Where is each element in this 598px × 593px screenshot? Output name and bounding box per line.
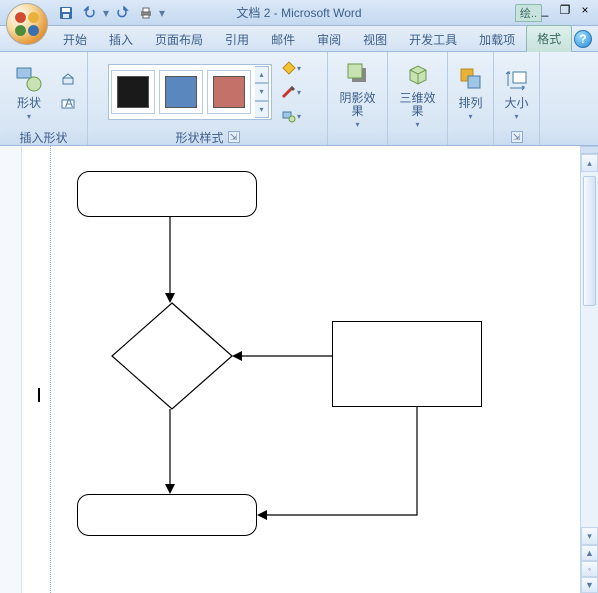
group-label-3d [392, 132, 443, 145]
text-cursor [38, 388, 40, 402]
tab-mailings[interactable]: 邮件 [260, 26, 306, 52]
office-button[interactable] [6, 3, 48, 45]
tab-format[interactable]: 格式 [526, 25, 572, 52]
page-canvas[interactable] [22, 146, 580, 593]
title-bar: ▾ ▾ 文档 2 - Microsoft Word 绘.. _ ❐ × [0, 0, 598, 26]
tab-developer[interactable]: 开发工具 [398, 26, 468, 52]
arrow-left-1[interactable] [232, 348, 334, 364]
next-page-button[interactable]: ▼ [581, 577, 598, 593]
vertical-scrollbar[interactable]: ▴ ▾ ▲ ◦ ▼ [580, 146, 598, 593]
insert-shapes-side: A [55, 67, 81, 117]
redo-button[interactable] [111, 2, 133, 24]
shape-styles-side: ▾ ▾ ▾ [275, 55, 307, 129]
gallery-down-button[interactable]: ▾ [255, 83, 269, 100]
arrange-button-label: 排列 [458, 97, 482, 110]
tab-insert[interactable]: 插入 [98, 26, 144, 52]
shadow-effects-button[interactable]: 阴影效果 ▾ [332, 55, 383, 132]
group-size: 大小 ▾ ⇲ [494, 52, 540, 145]
shapes-button[interactable]: 形状 ▾ [6, 60, 52, 124]
margin-guide [50, 146, 51, 593]
prev-page-button[interactable]: ▲ [581, 545, 598, 561]
ribbon: 形状 ▾ A 插入形状 ▴ ▾ ▾ ▾ [0, 52, 598, 146]
flowchart-decision[interactable] [110, 301, 234, 411]
dialog-launcher-shape-styles[interactable]: ⇲ [228, 131, 240, 143]
style-swatch-1[interactable] [111, 70, 155, 114]
undo-button[interactable] [79, 2, 101, 24]
edit-shape-button[interactable] [57, 69, 79, 91]
cube-icon [402, 58, 434, 90]
select-browse-object-button[interactable]: ◦ [581, 561, 598, 577]
qat-customize-dropdown[interactable]: ▾ [159, 2, 165, 24]
browse-object-nav: ▲ ◦ ▼ [581, 545, 598, 593]
arrow-elbow[interactable] [257, 407, 422, 527]
shapes-button-label: 形状 [17, 97, 41, 110]
minimize-button[interactable]: _ [536, 2, 554, 18]
scroll-down-button[interactable]: ▾ [581, 527, 598, 545]
vertical-ruler[interactable] [0, 146, 22, 593]
tab-view[interactable]: 视图 [352, 26, 398, 52]
flowchart-process[interactable] [332, 321, 482, 407]
style-swatch-3[interactable] [207, 70, 251, 114]
tab-home[interactable]: 开始 [52, 26, 98, 52]
chevron-down-icon: ▾ [514, 112, 518, 121]
tab-review[interactable]: 审阅 [306, 26, 352, 52]
help-button[interactable]: ? [574, 30, 592, 48]
scroll-track[interactable] [581, 172, 598, 527]
document-area: ▴ ▾ ▲ ◦ ▼ [0, 146, 598, 593]
shapes-icon [13, 63, 45, 95]
change-shape-button[interactable]: ▾ [277, 105, 305, 127]
gallery-up-button[interactable]: ▴ [255, 66, 269, 83]
scroll-up-button[interactable]: ▴ [581, 154, 598, 172]
window-controls: _ ❐ × [536, 2, 594, 18]
size-button-label: 大小 [504, 97, 528, 110]
style-swatch-2[interactable] [159, 70, 203, 114]
group-label-arrange [452, 129, 489, 145]
tab-addins[interactable]: 加载项 [468, 26, 526, 52]
shadow-button-label: 阴影效果 [339, 92, 376, 118]
group-shape-styles: ▴ ▾ ▾ ▾ ▾ ▾ 形状样式⇲ [88, 52, 328, 145]
arrow-down-2[interactable] [162, 409, 178, 494]
threed-effects-button[interactable]: 三维效果 ▾ [392, 55, 443, 132]
ribbon-tabs: 开始 插入 页面布局 引用 邮件 审阅 视图 开发工具 加载项 格式 ? [0, 26, 598, 52]
chevron-down-icon: ▾ [415, 120, 419, 129]
shape-style-gallery[interactable]: ▴ ▾ ▾ [108, 64, 272, 120]
scroll-thumb[interactable] [583, 176, 596, 306]
save-button[interactable] [55, 2, 77, 24]
group-label-shape-styles: 形状样式⇲ [92, 129, 323, 145]
tab-references[interactable]: 引用 [214, 26, 260, 52]
group-3d: 三维效果 ▾ [388, 52, 448, 145]
arrange-icon [455, 63, 487, 95]
split-handle[interactable] [581, 146, 598, 154]
flowchart-terminator-top[interactable] [77, 171, 257, 217]
arrow-down-1[interactable] [162, 217, 178, 303]
chevron-down-icon: ▾ [27, 112, 31, 121]
shape-outline-button[interactable]: ▾ [277, 81, 305, 103]
threed-button-label: 三维效果 [399, 92, 436, 118]
text-box-button[interactable]: A [57, 93, 79, 115]
flowchart-terminator-bottom[interactable] [77, 494, 257, 536]
group-arrange: 排列 ▾ [448, 52, 494, 145]
shadow-icon [342, 58, 374, 90]
quick-access-toolbar: ▾ ▾ [55, 0, 165, 25]
dialog-launcher-size[interactable]: ⇲ [511, 131, 523, 143]
group-shadow: 阴影效果 ▾ [328, 52, 388, 145]
quick-print-button[interactable] [135, 2, 157, 24]
arrange-button[interactable]: 排列 ▾ [448, 60, 494, 124]
chevron-down-icon: ▾ [468, 112, 472, 121]
qat-dropdown-undo[interactable]: ▾ [103, 2, 109, 24]
group-label-insert-shapes: 插入形状 [4, 129, 83, 145]
restore-button[interactable]: ❐ [556, 2, 574, 18]
shape-fill-button[interactable]: ▾ [277, 57, 305, 79]
group-label-size: ⇲ [498, 129, 535, 145]
gallery-scroll: ▴ ▾ ▾ [255, 66, 269, 118]
chevron-down-icon: ▾ [355, 120, 359, 129]
close-button[interactable]: × [576, 2, 594, 18]
size-button[interactable]: 大小 ▾ [494, 60, 540, 124]
svg-text:A: A [65, 97, 73, 110]
gallery-more-button[interactable]: ▾ [255, 101, 269, 118]
group-insert-shapes: 形状 ▾ A 插入形状 [0, 52, 88, 145]
size-icon [501, 63, 533, 95]
group-label-shadow [332, 132, 383, 145]
tab-page-layout[interactable]: 页面布局 [144, 26, 214, 52]
